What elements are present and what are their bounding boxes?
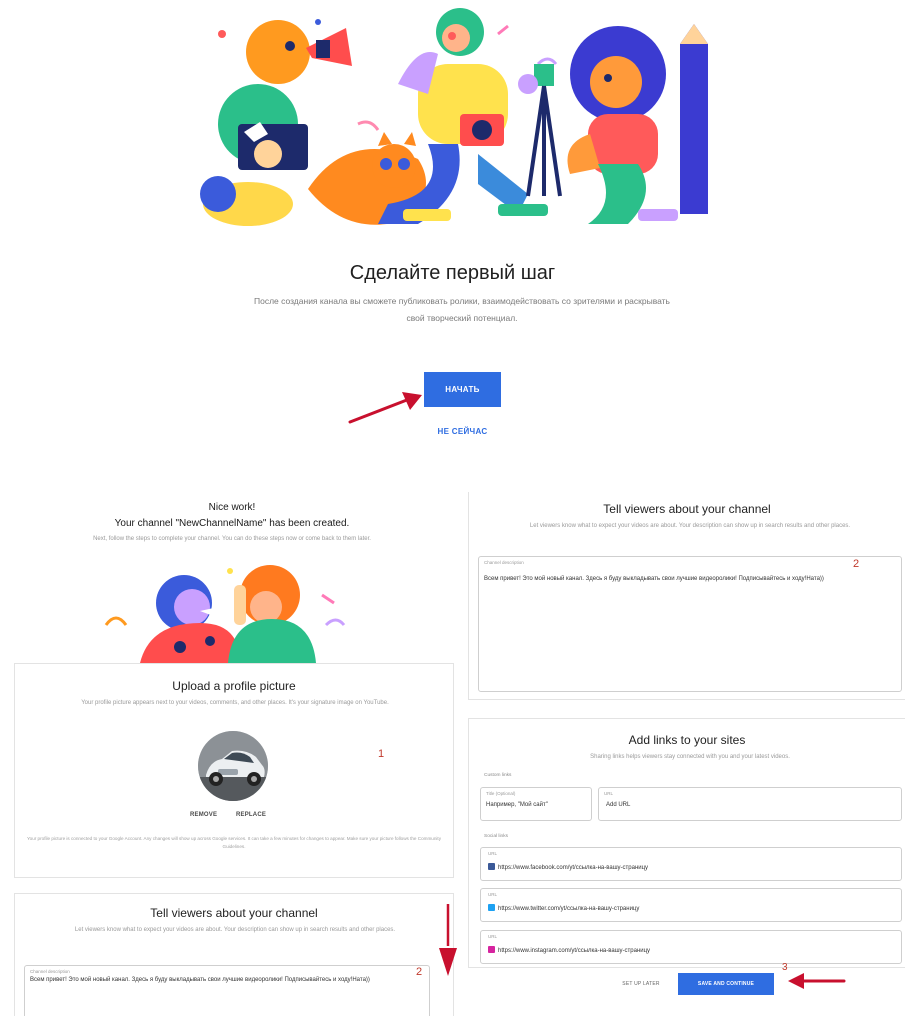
facebook-icon xyxy=(488,863,495,870)
replace-button[interactable]: REPLACE xyxy=(236,812,266,818)
avatar[interactable] xyxy=(198,731,268,801)
instagram-icon xyxy=(488,946,495,953)
custom-link-title-value[interactable]: Например, "Мой сайт" xyxy=(486,802,548,808)
not-now-link[interactable]: НЕ СЕЙЧАС xyxy=(414,427,511,436)
custom-link-url-label: URL xyxy=(604,791,614,796)
welcome-illustration xyxy=(200,8,708,226)
links-card-subtitle: Sharing links helps viewers stay connect… xyxy=(590,754,790,760)
red-arrow-left-icon xyxy=(788,973,846,989)
profile-note: Your profile picture is connected to you… xyxy=(27,836,441,849)
custom-links-label: Custom links xyxy=(484,773,512,778)
profile-card-title: Upload a profile picture xyxy=(172,679,296,693)
facebook-url-label: URL xyxy=(488,851,498,856)
welcome-description: После создания канала вы сможете публико… xyxy=(253,296,670,323)
set-up-later-button[interactable]: SET UP LATER xyxy=(612,973,670,995)
welcome-title: Сделайте первый шаг xyxy=(349,262,556,284)
instagram-url-label: URL xyxy=(488,934,498,939)
channel-description-field[interactable] xyxy=(24,965,430,1016)
custom-link-url-field[interactable] xyxy=(598,787,902,821)
description-card-title-right: Tell viewers about your channel xyxy=(603,502,771,516)
car-photo xyxy=(198,731,268,801)
step-number-2: 2 xyxy=(416,966,423,978)
description-textarea-value[interactable]: Всем привет! Это мой новый канал. Здесь … xyxy=(484,574,864,584)
links-card-title: Add links to your sites xyxy=(628,733,746,747)
created-line-1: Nice work! xyxy=(208,502,256,513)
facebook-url-value: https://www.facebook.com/yt/ссылка-на-ва… xyxy=(498,865,649,871)
celebration-illustration xyxy=(104,565,346,663)
instagram-link-row[interactable]: https://www.instagram.com/yt/ссылка-на-в… xyxy=(488,946,650,954)
custom-link-title-label: Title (Optional) xyxy=(486,791,516,796)
description-textarea-label: Channel description xyxy=(484,560,524,565)
instagram-url-value: https://www.instagram.com/yt/ссылка-на-в… xyxy=(498,948,651,954)
social-links-label: Social links xyxy=(484,834,508,839)
created-subtitle: Next, follow the steps to complete your … xyxy=(93,536,371,542)
description-card-subtitle-right: Let viewers know what to expect your vid… xyxy=(529,523,851,529)
start-button[interactable]: НАЧАТЬ xyxy=(424,372,501,407)
custom-link-url-value[interactable]: Add URL xyxy=(606,802,630,808)
red-arrow-icon xyxy=(348,392,422,424)
twitter-url-label: URL xyxy=(488,892,498,897)
description-card-title: Tell viewers about your channel xyxy=(150,906,318,920)
save-and-continue-button[interactable]: SAVE AND CONTINUE xyxy=(678,973,774,995)
channel-created-heading: Nice work! Your channel "NewChannelName"… xyxy=(22,500,442,532)
description-field-label: Channel description xyxy=(30,969,70,974)
description-field-value[interactable]: Всем привет! Это мой новый канал. Здесь … xyxy=(30,976,410,984)
twitter-icon xyxy=(488,904,495,911)
remove-button[interactable]: REMOVE xyxy=(190,812,217,818)
created-line-2: Your channel "NewChannelName" has been c… xyxy=(114,518,350,529)
description-card-subtitle: Let viewers know what to expect your vid… xyxy=(74,927,396,933)
step-number-2-right: 2 xyxy=(853,558,860,570)
red-arrow-down-icon xyxy=(439,904,457,976)
facebook-link-row[interactable]: https://www.facebook.com/yt/ссылка-на-ва… xyxy=(488,863,648,871)
twitter-url-value: https://www.twitter.com/yt/ссылка-на-ваш… xyxy=(498,906,640,912)
profile-card-description: Your profile picture appears next to you… xyxy=(81,700,389,706)
twitter-link-row[interactable]: https://www.twitter.com/yt/ссылка-на-ваш… xyxy=(488,904,639,912)
step-number-1: 1 xyxy=(378,748,385,760)
